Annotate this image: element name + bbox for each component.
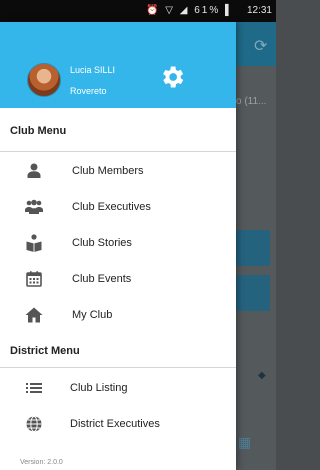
status-icons: ⏰ ▽ ◢ 61% ▌ — [146, 5, 234, 16]
app-version: Version: 2.0.0 — [20, 459, 63, 466]
group-icon — [25, 199, 43, 214]
club-menu-title: Club Menu — [10, 125, 67, 137]
menu-item-district-executives[interactable]: District Executives — [0, 406, 236, 442]
background-card — [236, 230, 270, 266]
alarm-icon: ⏰ — [146, 5, 161, 16]
menu-item-label: Club Stories — [72, 237, 132, 249]
menu-item-label: My Club — [72, 309, 113, 321]
menu-item-label: Club Events — [72, 273, 132, 285]
battery-icon: ▌ — [225, 5, 235, 16]
menu-item-label: Club Listing — [70, 382, 128, 394]
background-list-text: o (11... — [236, 96, 267, 107]
globe-icon — [26, 416, 42, 432]
list-icon — [26, 383, 42, 393]
menu-item-club-stories[interactable]: Club Stories — [0, 225, 236, 261]
wifi-icon: ▽ — [165, 5, 175, 16]
divider — [0, 367, 236, 368]
background-chevron-icon: ◆ — [258, 370, 266, 381]
signal-icon: ◢ — [179, 5, 190, 16]
menu-item-label: Club Members — [72, 165, 144, 177]
menu-item-club-executives[interactable]: Club Executives — [0, 189, 236, 225]
battery-label: 61% — [194, 5, 221, 16]
status-bar: ⏰ ▽ ◢ 61% ▌ 12:31 — [0, 0, 276, 22]
book-reader-icon — [26, 234, 42, 252]
user-city: Rovereto — [70, 86, 107, 96]
menu-item-my-club[interactable]: My Club — [0, 297, 236, 333]
calendar-icon — [26, 271, 42, 287]
navigation-drawer: Lucia SILLI Rovereto Club Menu Club Memb… — [0, 22, 236, 470]
district-menu-title: District Menu — [10, 345, 80, 357]
background-calendar-icon: ▦ — [238, 434, 252, 450]
menu-item-label: District Executives — [70, 418, 160, 430]
menu-item-club-events[interactable]: Club Events — [0, 261, 236, 297]
menu-item-club-members[interactable]: Club Members — [0, 153, 236, 189]
settings-gear-icon[interactable] — [158, 63, 186, 91]
user-name: Lucia SILLI — [70, 65, 116, 75]
home-icon — [25, 307, 43, 323]
menu-item-label: Club Executives — [72, 201, 151, 213]
drawer-header: Lucia SILLI Rovereto — [0, 22, 236, 108]
menu-item-club-listing[interactable]: Club Listing — [0, 370, 236, 406]
refresh-icon[interactable]: ⟳ — [254, 36, 267, 56]
person-icon — [27, 163, 41, 178]
divider — [0, 151, 236, 152]
avatar[interactable] — [27, 63, 61, 97]
status-time: 12:31 — [246, 5, 272, 16]
background-card — [236, 275, 270, 311]
